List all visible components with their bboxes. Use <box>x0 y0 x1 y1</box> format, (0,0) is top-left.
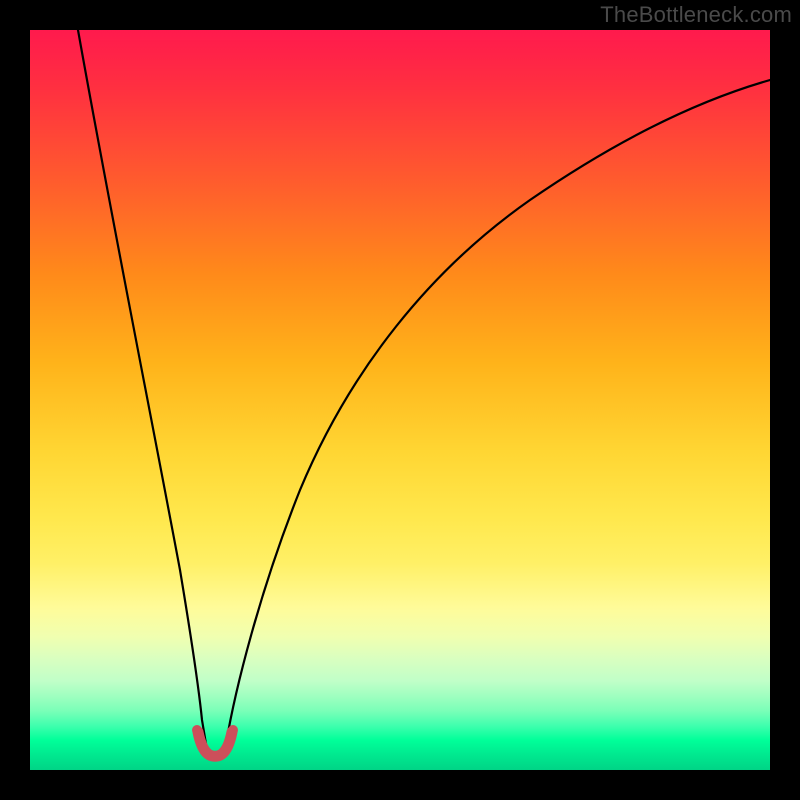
curve-left-branch <box>78 30 206 744</box>
vertex-marker <box>198 732 232 756</box>
curve-layer <box>30 30 770 770</box>
vertex-marker-dot <box>228 725 238 735</box>
vertex-marker-dot <box>192 725 202 735</box>
chart-frame <box>30 30 770 770</box>
watermark-text: TheBottleneck.com <box>600 2 792 28</box>
curve-right-branch <box>226 80 770 744</box>
